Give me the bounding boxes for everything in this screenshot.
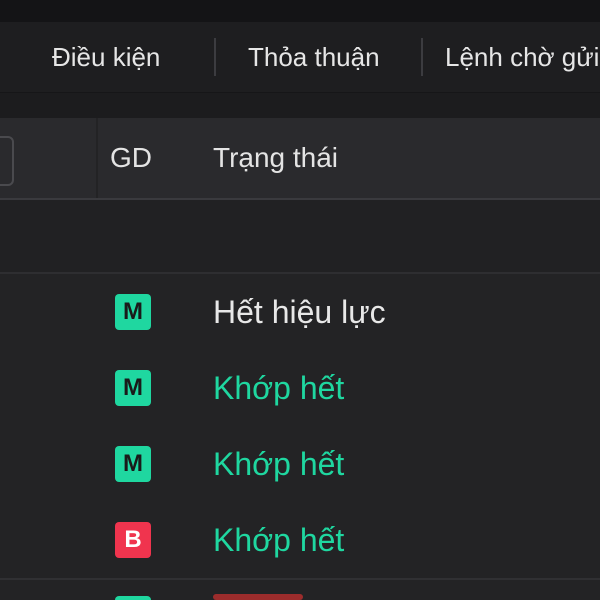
- column-header-status: Trạng thái: [213, 142, 339, 173]
- table-row-empty: [0, 200, 600, 274]
- tab-divider: [214, 38, 216, 76]
- column-header-side: GD: [110, 142, 152, 173]
- tab-conditional[interactable]: Điều kiện: [52, 22, 160, 92]
- side-badge: M: [115, 294, 151, 330]
- side-badge: B: [115, 522, 151, 558]
- table-header: GD Trạng thái: [0, 118, 600, 200]
- column-divider: [96, 118, 98, 198]
- table-row-partial: [0, 580, 600, 600]
- status-text-cut: [213, 594, 303, 600]
- tab-pending-orders[interactable]: Lệnh chờ gửi: [445, 22, 599, 92]
- side-badge: M: [115, 370, 151, 406]
- status-text: Hết hiệu lực: [213, 294, 386, 330]
- top-strip: [0, 0, 600, 22]
- table-row[interactable]: M Hết hiệu lực: [0, 274, 600, 352]
- select-box[interactable]: [0, 136, 14, 186]
- status-text: Khớp hết: [213, 370, 345, 406]
- status-text: Khớp hết: [213, 446, 345, 482]
- side-badge: M: [115, 446, 151, 482]
- table-row[interactable]: M Khớp hết: [0, 426, 600, 504]
- table-row[interactable]: B Khớp hết: [0, 502, 600, 580]
- table-row[interactable]: M Khớp hết: [0, 350, 600, 428]
- order-history-screen: Điều kiện Thỏa thuận Lệnh chờ gửi GD Trạ…: [0, 0, 600, 600]
- status-text: Khớp hết: [213, 522, 345, 558]
- tab-agreement[interactable]: Thỏa thuận: [248, 22, 380, 92]
- side-badge: [115, 596, 151, 600]
- order-tab-bar: Điều kiện Thỏa thuận Lệnh chờ gửi: [0, 22, 600, 93]
- tab-divider: [421, 38, 423, 76]
